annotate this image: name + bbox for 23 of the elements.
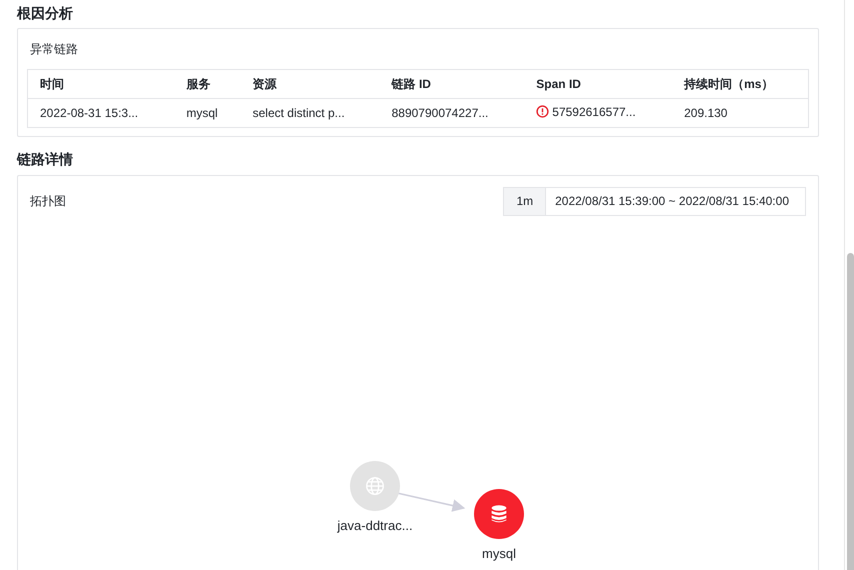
column-header: 服务	[174, 70, 241, 98]
section-title: 根因分析	[17, 4, 74, 23]
column-header: Span ID	[524, 70, 672, 98]
table-cell: 8890790074227...	[380, 98, 524, 128]
node-label: mysql	[482, 546, 516, 561]
table-cell: 2022-08-31 15:3...	[28, 98, 174, 128]
column-header: 时间	[28, 70, 174, 98]
card-title: 拓扑图	[29, 193, 66, 210]
table-cell: 57592616577...	[524, 98, 672, 128]
globe-icon	[364, 475, 386, 497]
scrollbar-thumb[interactable]	[847, 253, 854, 570]
column-header: 资源	[240, 70, 380, 98]
card-title: 异常链路	[29, 41, 79, 58]
table-cell: select distinct p...	[240, 98, 380, 128]
section-title: 链路详情	[17, 150, 74, 169]
time-range-picker[interactable]: 1m 2022/08/31 15:39:00 ~ 2022/08/31 15:40:00	[503, 186, 806, 216]
node-label: java-ddtrac...	[337, 518, 413, 533]
column-header: 持续时间（ms）	[672, 70, 808, 98]
node[interactable]	[350, 461, 400, 511]
table-cell: 209.130	[672, 98, 808, 128]
column-header: 链路 ID	[380, 70, 524, 98]
table-cell: mysql	[174, 98, 241, 128]
node[interactable]	[474, 489, 524, 539]
